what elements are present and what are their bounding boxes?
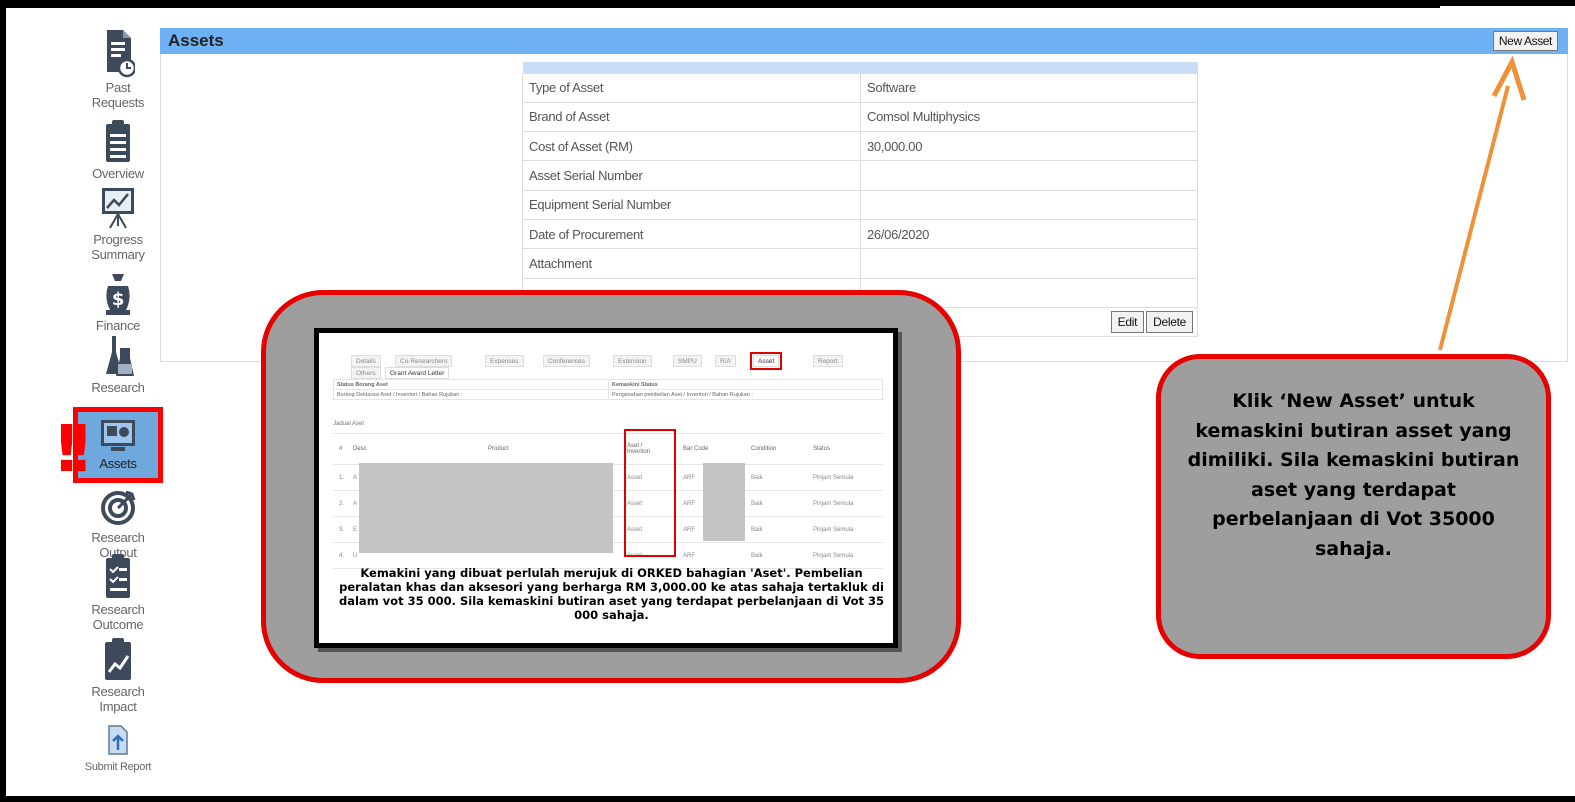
pointer-arrow-icon [1438,55,1527,351]
